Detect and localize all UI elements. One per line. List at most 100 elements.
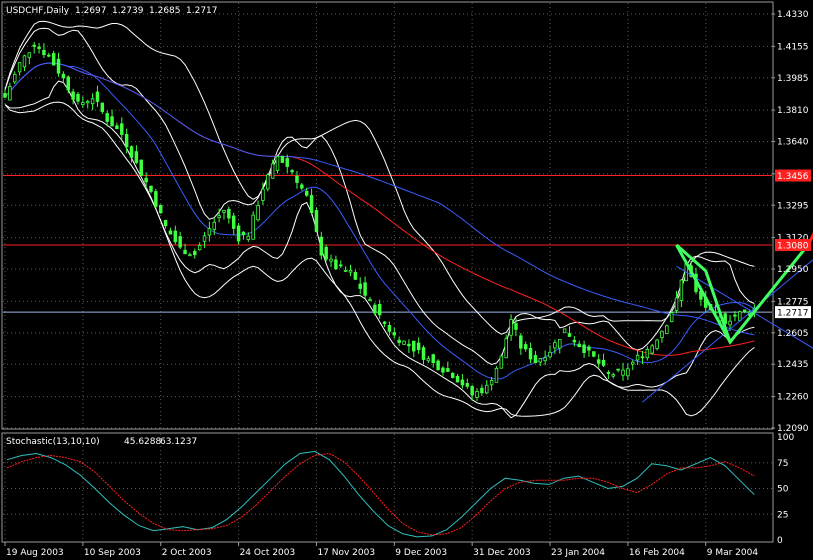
candle-body [480, 387, 484, 394]
candle-body [509, 319, 513, 336]
candle-body [324, 246, 328, 260]
candle-body [606, 372, 611, 374]
time-axis-label: 23 Jan 2004 [551, 548, 605, 558]
candle-body [329, 258, 333, 262]
time-axis-label: 17 Nov 2003 [317, 548, 375, 558]
candle-body [120, 123, 124, 135]
candle-body [300, 184, 304, 189]
candle-body [407, 343, 411, 347]
candle-body [71, 91, 75, 100]
candle-body [124, 134, 129, 148]
candle-body [197, 245, 202, 251]
candle-body [368, 299, 372, 301]
candle-body [222, 209, 226, 213]
candle-body [188, 254, 192, 257]
candle-body [392, 332, 397, 336]
candle-body [256, 205, 260, 221]
stochastic-axis-label: 25 [777, 510, 788, 520]
candle-body [640, 356, 645, 359]
candle-body [611, 374, 616, 377]
candle-body [61, 73, 66, 79]
chart-window: 1.43301.41551.39851.38101.36401.34651.32… [0, 0, 813, 560]
candle-body [236, 225, 241, 242]
candle-body [494, 367, 499, 383]
candle-body [519, 335, 523, 349]
candle-body [144, 177, 148, 183]
time-axis-label: 31 Dec 2003 [473, 548, 531, 558]
candle-body [110, 116, 114, 127]
candle-body [231, 215, 236, 229]
candle-body [382, 321, 387, 324]
candle-body [567, 333, 572, 337]
candle-body [115, 125, 119, 129]
candle-body [178, 236, 182, 248]
candle-body [295, 175, 299, 183]
candle-body [553, 342, 557, 349]
candle-body [266, 174, 270, 190]
candle-body [582, 344, 586, 354]
stochastic-axis: 100 75 50 25 0 [777, 433, 794, 546]
stochastic-axis-label: 50 [777, 485, 789, 495]
price-axis-label: 1.2435 [777, 360, 809, 370]
candle-body [183, 249, 187, 255]
price-axis-label: 1.3640 [777, 138, 809, 148]
time-axis-label: 9 Mar 2004 [707, 548, 759, 558]
candle-body [27, 52, 32, 58]
candle-body [738, 311, 742, 321]
candle-body [95, 91, 100, 102]
candle-body [51, 53, 56, 66]
candle-body [261, 188, 265, 201]
candle-body [460, 379, 465, 386]
price-axis-label: 1.2775 [777, 297, 809, 307]
candle-body [538, 358, 543, 363]
candle-body [441, 367, 445, 373]
stochastic-axis-label: 100 [777, 433, 794, 443]
candle-body [377, 304, 382, 316]
candle-body [100, 102, 105, 112]
candle-body [402, 340, 406, 345]
price-axis-label: 1.3295 [777, 201, 809, 211]
candle-body [139, 159, 143, 176]
candle-body [309, 195, 314, 213]
candle-body [280, 155, 285, 163]
candle-body [339, 264, 343, 267]
candle-body [674, 297, 679, 311]
candle-body [168, 230, 173, 235]
chart-canvas: 1.43301.41551.39851.38101.36401.34651.32… [1, 1, 813, 558]
candle-body [665, 325, 669, 335]
candle-body [465, 383, 470, 387]
candle-body [596, 359, 601, 364]
candle-body [373, 304, 377, 314]
level-price-tag-label: 1.3456 [777, 172, 809, 182]
candle-body [3, 93, 7, 98]
candle-body [485, 384, 489, 394]
candle-body [601, 359, 606, 366]
candle-body [412, 340, 416, 352]
candle-body [358, 283, 362, 289]
candle-body [348, 269, 353, 273]
candle-body [363, 282, 367, 296]
candle-body [202, 235, 207, 242]
time-axis-label: 10 Sep 2003 [84, 548, 141, 558]
price-axis-label: 1.3810 [777, 106, 809, 116]
candle-body [387, 324, 392, 332]
candle-body [504, 338, 508, 359]
candle-body [158, 204, 163, 214]
candle-body [353, 272, 358, 280]
price-axis-label: 1.4330 [777, 10, 809, 20]
ohlc-close: 1.2717 [186, 6, 218, 16]
candle-body [12, 73, 17, 83]
candle-body [227, 208, 231, 219]
candle-body [523, 344, 528, 350]
candle-body [436, 360, 440, 371]
candle-body [733, 314, 737, 317]
candle-body [8, 86, 12, 101]
candle-body [319, 236, 324, 256]
candle-body [246, 235, 251, 240]
candle-body [577, 343, 581, 348]
price-axis-label: 1.3985 [777, 74, 809, 84]
candle-body [426, 358, 431, 362]
ohlc-high: 1.2739 [112, 6, 144, 16]
candle-body [154, 191, 158, 207]
candle-body [475, 391, 479, 398]
